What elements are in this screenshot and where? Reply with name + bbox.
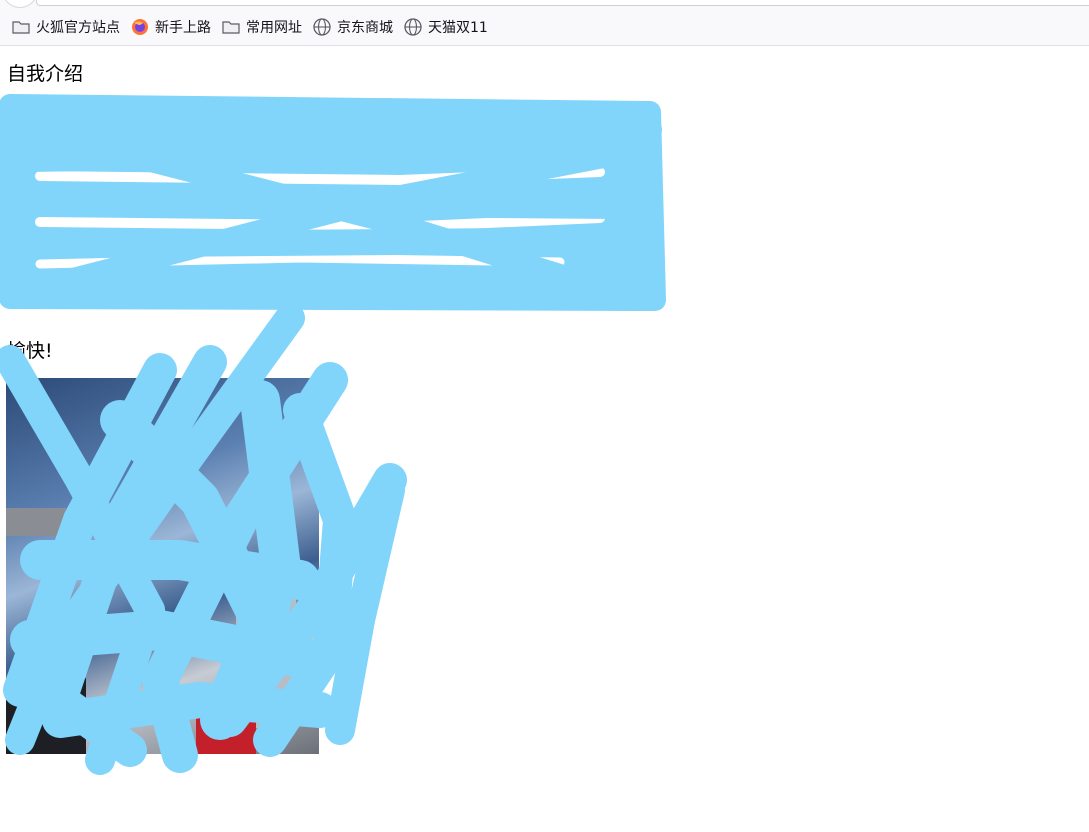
page-content: 自我介绍 qbc 愉快! xyxy=(0,47,1089,832)
bookmark-tmall[interactable]: 天猫双11 xyxy=(400,13,495,41)
globe-icon xyxy=(313,17,331,36)
globe-icon xyxy=(404,17,422,36)
firefox-icon xyxy=(132,18,148,35)
address-bar[interactable] xyxy=(36,0,1089,6)
bookmark-firefox-site[interactable]: 火狐官方站点 xyxy=(8,13,127,41)
bookmark-label: 天猫双11 xyxy=(428,19,488,36)
bookmarks-toolbar: 火狐官方站点 新手上路 常用网址 京东商城 天猫双11 xyxy=(0,8,1089,46)
page-heading: 自我介绍 xyxy=(7,63,84,85)
bookmark-jd[interactable]: 京东商城 xyxy=(309,13,400,41)
bookmark-label: 火狐官方站点 xyxy=(36,19,120,36)
folder-icon xyxy=(12,20,30,34)
bookmark-label: 京东商城 xyxy=(337,19,393,36)
folder-icon xyxy=(222,20,240,34)
bookmark-getting-started[interactable]: 新手上路 xyxy=(127,13,218,41)
closing-text: 愉快! xyxy=(7,340,53,362)
redacted-text-fragment: qbc xyxy=(576,247,607,267)
back-button[interactable] xyxy=(2,0,38,8)
bookmark-common-sites[interactable]: 常用网址 xyxy=(218,13,309,41)
bookmark-label: 常用网址 xyxy=(246,19,302,36)
browser-toolbar xyxy=(0,0,1089,8)
profile-photo xyxy=(6,378,319,754)
bookmark-label: 新手上路 xyxy=(155,19,211,36)
